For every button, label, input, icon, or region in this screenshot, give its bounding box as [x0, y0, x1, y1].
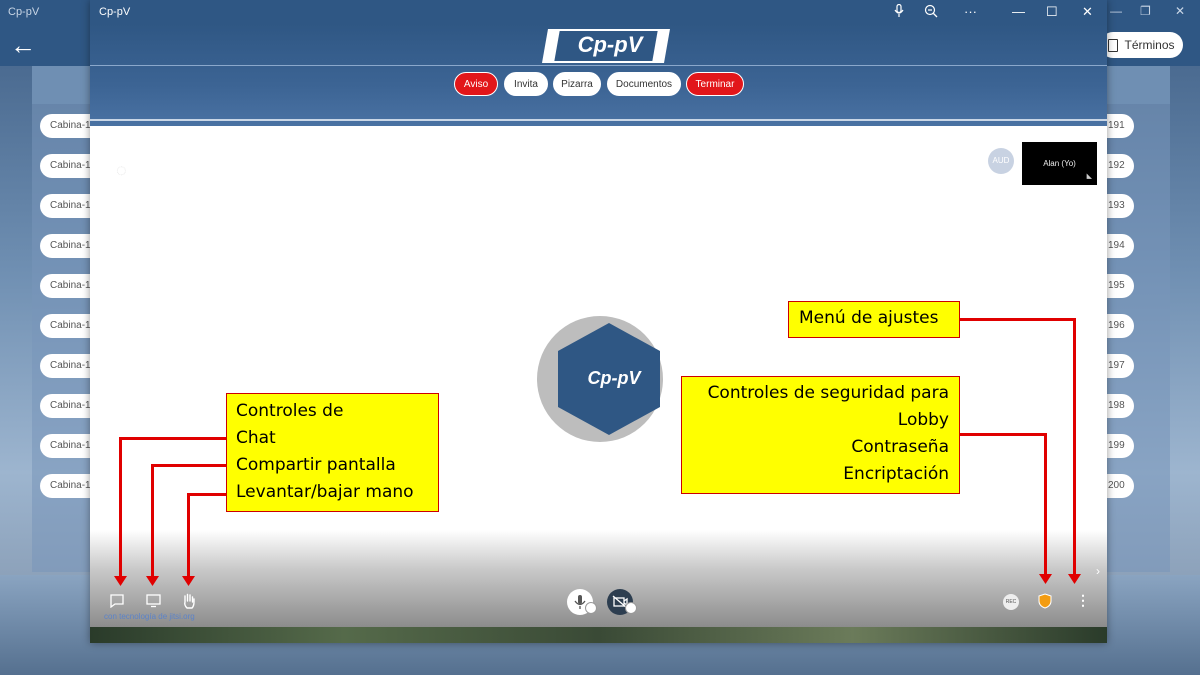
header-bottom-line — [90, 119, 1107, 121]
callout-line: Lobby — [897, 410, 949, 430]
callout-line: Contraseña — [851, 437, 949, 457]
more-options-icon[interactable]: ··· — [964, 4, 977, 20]
cabina-number[interactable]: 197 — [1104, 354, 1134, 378]
cabina-pill[interactable]: Cabina-10 — [40, 274, 94, 298]
microphone-icon[interactable] — [894, 3, 904, 22]
jitsi-watermark-icon: ◌ — [116, 160, 127, 180]
cabina-pill[interactable]: Cabina-10 — [40, 314, 94, 338]
callout-controles: Controles de Chat Compartir pantalla Lev… — [226, 393, 439, 512]
cabina-number[interactable]: 193 — [1104, 194, 1134, 218]
pizarra-button[interactable]: Pizarra — [553, 72, 601, 96]
arrow-line — [151, 464, 228, 467]
app-logo: Cp-pV — [577, 32, 643, 57]
callout-menu-ajustes: Menú de ajustes — [788, 301, 960, 338]
center-logo-text: Cp-pV — [587, 368, 641, 388]
arrow-line — [187, 493, 228, 496]
cabina-number[interactable]: 200 — [1104, 474, 1134, 498]
callout-line: Encriptación — [843, 464, 949, 484]
callout-line: Menú de ajustes — [799, 308, 939, 328]
outer-close-icon[interactable]: ✕ — [1175, 4, 1185, 18]
outer-minimize-icon[interactable]: — — [1110, 4, 1122, 18]
documentos-button[interactable]: Documentos — [607, 72, 681, 96]
cabina-pill[interactable]: Cabina-10 — [40, 394, 94, 418]
zoom-out-icon[interactable] — [924, 4, 938, 22]
callout-line: Compartir pantalla — [236, 455, 396, 475]
terminos-button[interactable]: Términos — [1100, 32, 1183, 58]
security-shield-icon[interactable] — [1038, 593, 1052, 612]
callout-line: Controles de seguridad para — [707, 383, 949, 403]
arrow-line — [1073, 318, 1076, 576]
arrow-line — [958, 433, 1047, 436]
invita-button[interactable]: Invita — [504, 72, 548, 96]
arrow-line — [958, 318, 1076, 321]
camera-options-chevron-icon[interactable] — [625, 602, 637, 614]
aviso-button[interactable]: Aviso — [454, 72, 498, 96]
maximize-icon[interactable]: ☐ — [1046, 4, 1058, 20]
arrow-line — [119, 437, 228, 440]
cabina-pill[interactable]: Cabina-10 — [40, 234, 94, 258]
outer-app-title: Cp-pV — [8, 6, 40, 18]
cabina-pill[interactable]: Cabina-10 — [40, 434, 94, 458]
terminos-label: Términos — [1124, 38, 1175, 52]
toolbar-gradient — [90, 530, 1107, 627]
terminar-button[interactable]: Terminar — [686, 72, 744, 96]
document-icon — [1108, 38, 1119, 52]
callout-line: Levantar/bajar mano — [236, 482, 414, 502]
window-title: Cp-pV — [99, 6, 131, 18]
cabina-pill[interactable]: Cabina-11 — [40, 474, 94, 498]
screen-share-icon[interactable] — [146, 594, 161, 611]
cabina-number[interactable]: 191 — [1104, 114, 1134, 138]
cabina-pill[interactable]: Cabina-10 — [40, 354, 94, 378]
participant-avatar[interactable]: AUD — [988, 148, 1014, 174]
window-titlebar: Cp-pV ··· — ☐ ✕ — [90, 0, 1107, 24]
self-label: Alan (Yo) — [1043, 159, 1076, 168]
callout-seguridad: Controles de seguridad para Lobby Contra… — [681, 376, 960, 494]
cabina-pill[interactable]: Cabina-10 — [40, 114, 94, 138]
minimize-icon[interactable]: — — [1012, 4, 1025, 20]
arrow-line — [151, 464, 154, 578]
cabina-pill[interactable]: Cabina-10 — [40, 194, 94, 218]
cabina-number[interactable]: 194 — [1104, 234, 1134, 258]
cabina-number[interactable]: 196 — [1104, 314, 1134, 338]
jitsi-credit[interactable]: con tecnología de jitsi.org — [104, 612, 195, 621]
outer-maximize-icon[interactable]: ❐ — [1140, 4, 1151, 18]
record-button[interactable]: REC — [1003, 594, 1019, 610]
background-photo-strip — [90, 627, 1107, 643]
mic-options-chevron-icon[interactable] — [585, 602, 597, 614]
settings-menu-icon[interactable]: ⋮ — [1076, 593, 1090, 607]
arrow-line — [119, 437, 122, 578]
cabina-pill[interactable]: Cabina-10 — [40, 154, 94, 178]
cabina-number[interactable]: 192 — [1104, 154, 1134, 178]
camera-off-icon: ◣ — [1086, 173, 1092, 180]
chat-icon[interactable] — [110, 594, 124, 611]
back-arrow-icon[interactable]: ← — [10, 32, 36, 58]
chevron-right-icon[interactable]: › — [1096, 564, 1100, 578]
callout-line: Chat — [236, 428, 276, 448]
close-icon[interactable]: ✕ — [1082, 4, 1093, 20]
cabina-number[interactable]: 195 — [1104, 274, 1134, 298]
arrow-line — [187, 493, 190, 578]
cabina-number[interactable]: 198 — [1104, 394, 1134, 418]
raise-hand-icon[interactable] — [182, 593, 196, 612]
cabina-number[interactable]: 199 — [1104, 434, 1134, 458]
header-divider — [90, 65, 1107, 66]
arrow-line — [1044, 433, 1047, 576]
callout-line: Controles de — [236, 401, 344, 421]
self-video-thumbnail[interactable]: Alan (Yo) ◣ — [1022, 142, 1097, 185]
